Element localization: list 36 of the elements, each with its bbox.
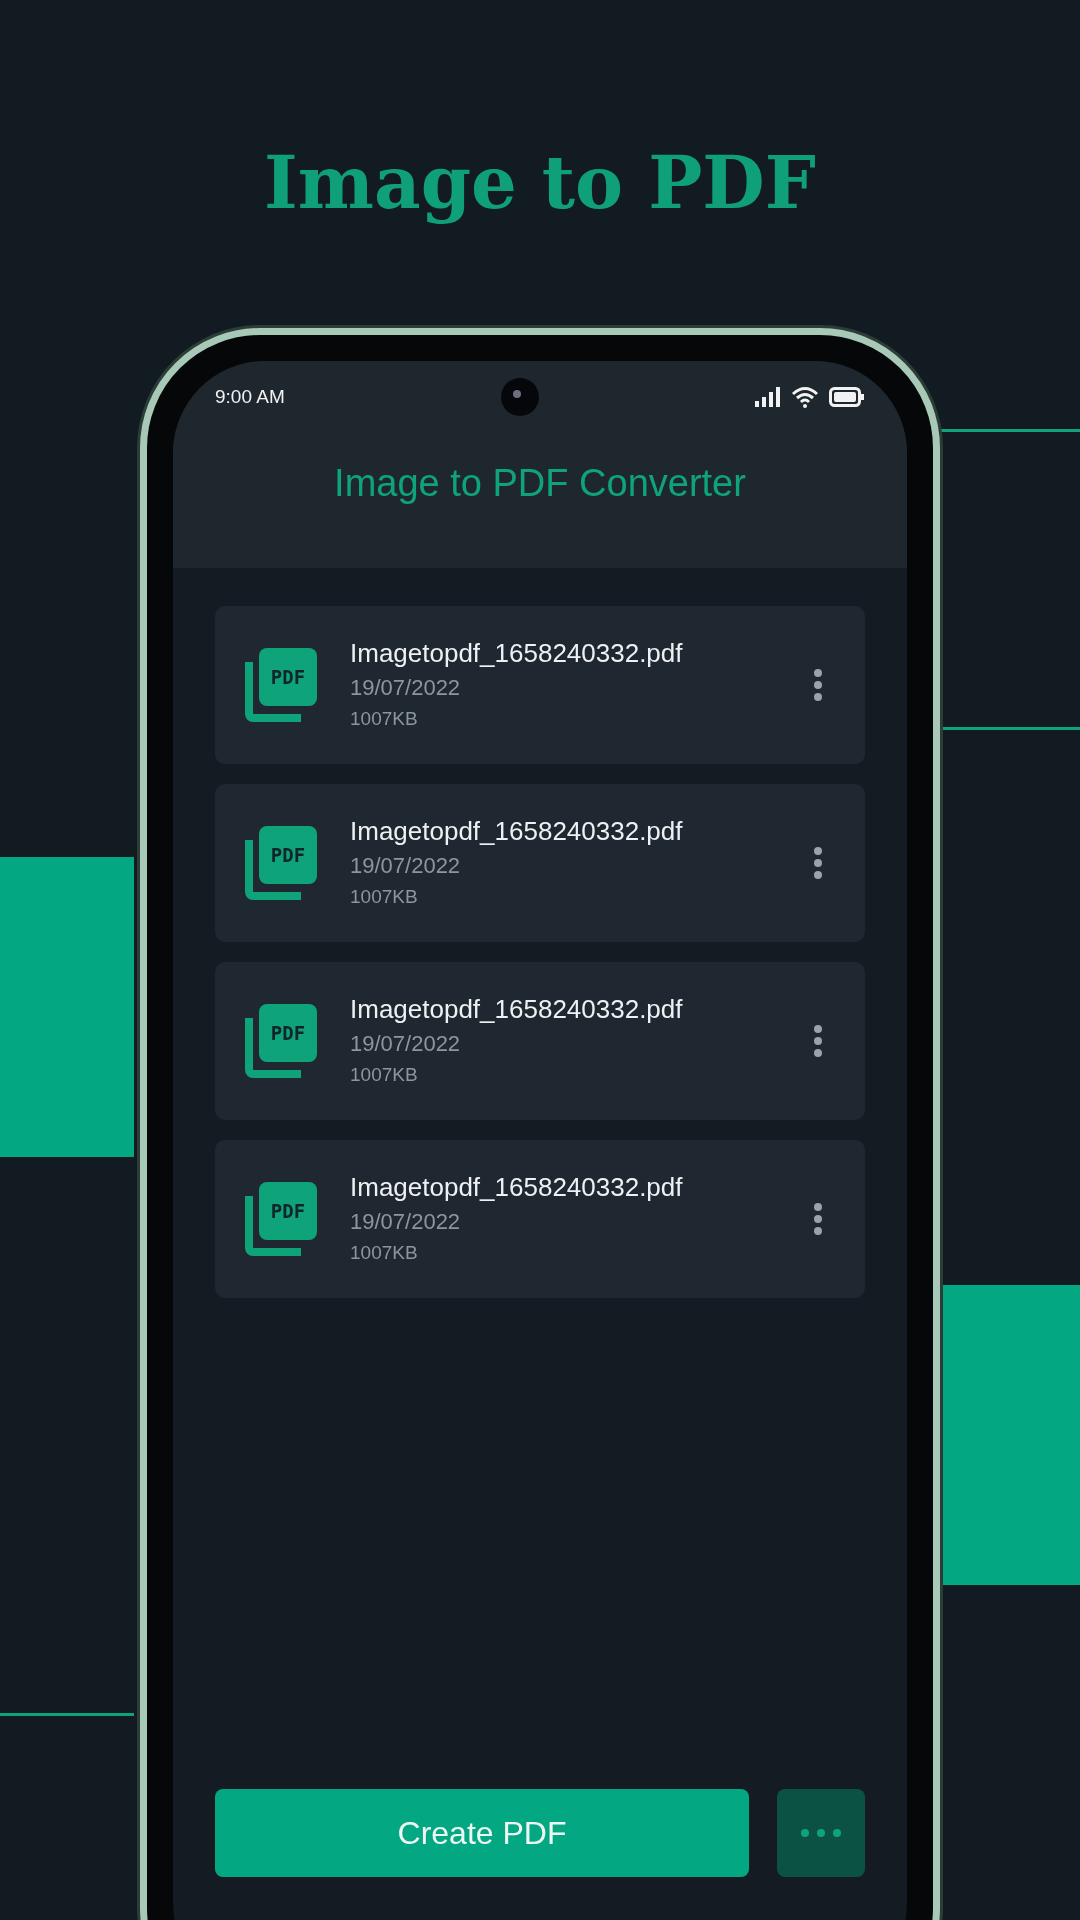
file-card[interactable]: PDF Imagetopdf_1658240332.pdf 19/07/2022 1007KB: [215, 1140, 865, 1298]
pdf-badge: PDF: [259, 1004, 317, 1062]
pdf-badge: PDF: [259, 648, 317, 706]
file-name: Imagetopdf_1658240332.pdf: [350, 815, 684, 848]
file-card[interactable]: PDF Imagetopdf_1658240332.pdf 19/07/2022 1007KB: [215, 962, 865, 1120]
file-date: 19/07/2022: [350, 852, 462, 880]
file-name: Imagetopdf_1658240332.pdf: [350, 637, 684, 670]
file-name: Imagetopdf_1658240332.pdf: [350, 1171, 684, 1204]
more-options-icon[interactable]: [813, 1202, 823, 1236]
headline: Image to PDF: [264, 139, 816, 227]
battery-icon: [829, 387, 865, 407]
file-size: 1007KB: [350, 1241, 419, 1265]
stack-outline-icon: [245, 1196, 303, 1256]
signal-icon: [755, 387, 781, 407]
file-card[interactable]: PDF Imagetopdf_1658240332.pdf 19/07/2022 1007KB: [215, 606, 865, 764]
wifi-icon: [791, 386, 819, 408]
file-size: 1007KB: [350, 707, 419, 731]
file-card[interactable]: PDF Imagetopdf_1658240332.pdf 19/07/2022 1007KB: [215, 784, 865, 942]
file-date: 19/07/2022: [350, 674, 462, 702]
more-options-icon[interactable]: [813, 1024, 823, 1058]
stack-outline-icon: [245, 1018, 303, 1078]
more-icon: [800, 1828, 842, 1838]
stack-outline-icon: [245, 662, 303, 722]
app-title: Image to PDF Converter: [334, 461, 746, 506]
file-size: 1007KB: [350, 885, 419, 909]
stack-outline-icon: [245, 840, 303, 900]
file-size: 1007KB: [350, 1063, 419, 1087]
more-options-icon[interactable]: [813, 846, 823, 880]
file-date: 19/07/2022: [350, 1030, 462, 1058]
camera-icon: [500, 378, 539, 416]
pdf-badge: PDF: [259, 826, 317, 884]
file-name: Imagetopdf_1658240332.pdf: [350, 993, 684, 1026]
status-time: 9:00 AM: [215, 384, 285, 409]
more-options-icon[interactable]: [813, 668, 823, 702]
pdf-badge: PDF: [259, 1182, 317, 1240]
file-date: 19/07/2022: [350, 1208, 462, 1236]
